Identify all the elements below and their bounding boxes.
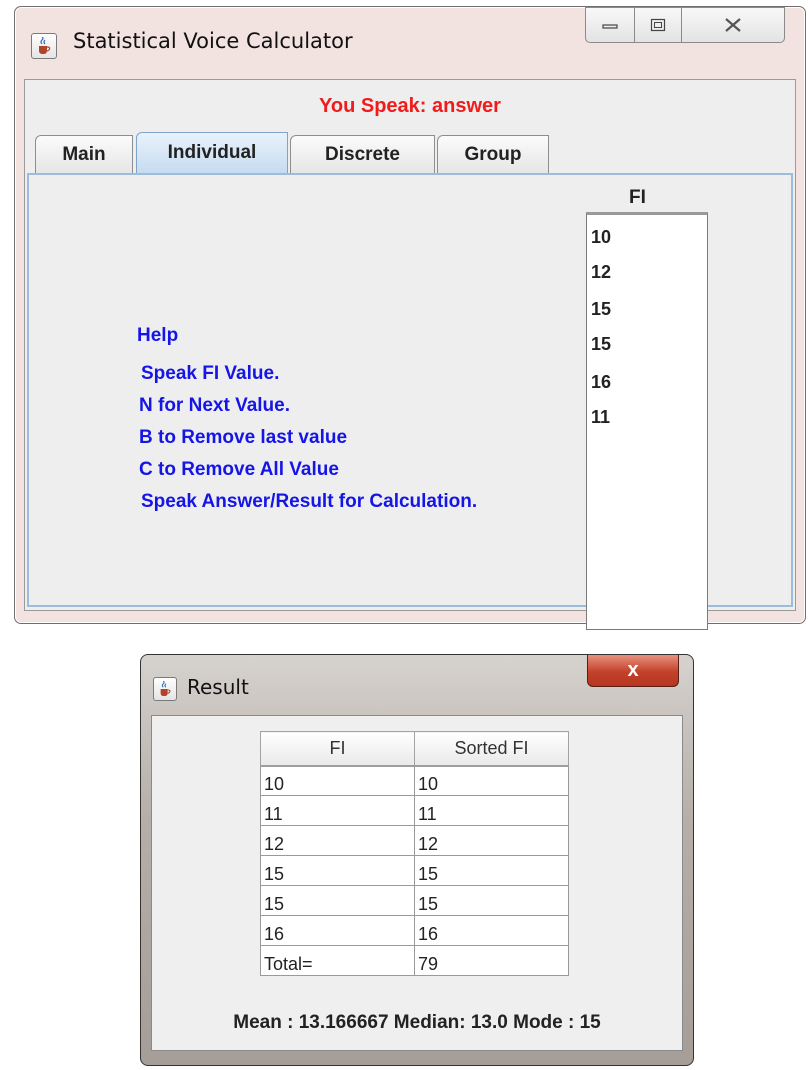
window-title: Statistical Voice Calculator (73, 29, 353, 53)
table-row: 15 15 (260, 855, 569, 886)
table-cell[interactable]: 10 (260, 765, 415, 796)
table-row: 10 10 (260, 765, 569, 796)
statistics-summary: Mean : 13.166667 Median: 13.0 Mode : 15 (233, 1012, 601, 1033)
result-close-button[interactable]: x (587, 655, 679, 687)
main-content: You Speak: answer Main Individual Discre… (24, 79, 796, 630)
table-cell[interactable]: 12 (414, 825, 569, 856)
table-header-row: FI Sorted FI (260, 731, 569, 767)
table-cell[interactable]: 11 (414, 795, 569, 826)
help-line-speak-fi: Speak FI Value. (141, 363, 280, 384)
total-label[interactable]: Total= (260, 945, 415, 976)
java-cup-icon (31, 33, 57, 59)
restore-icon (650, 18, 666, 32)
tab-group[interactable]: Group (437, 135, 549, 173)
individual-tab-panel: Help Speak FI Value. N for Next Value. B… (27, 173, 793, 630)
table-cell[interactable]: 15 (414, 885, 569, 916)
main-window: Statistical Voice Calculator You Speak: … (14, 6, 806, 630)
table-cell[interactable]: 10 (414, 765, 569, 796)
table-row: 11 11 (260, 795, 569, 826)
tab-strip: Main Individual Discrete Group (35, 132, 795, 173)
help-line-next: N for Next Value. (139, 395, 290, 416)
table-cell[interactable]: 15 (260, 855, 415, 886)
tab-discrete[interactable]: Discrete (290, 135, 435, 173)
table-cell[interactable]: 16 (414, 915, 569, 946)
help-line-remove-all: C to Remove All Value (139, 459, 339, 480)
column-header-sorted-fi[interactable]: Sorted FI (414, 731, 569, 767)
tab-main[interactable]: Main (35, 135, 133, 173)
list-item[interactable]: 16 (591, 372, 611, 393)
fi-value-list[interactable]: 10 12 15 15 16 11 (586, 212, 708, 630)
table-cell[interactable]: 16 (260, 915, 415, 946)
table-row: 15 15 (260, 885, 569, 916)
list-item[interactable]: 11 (591, 407, 610, 428)
help-line-remove-last: B to Remove last value (139, 427, 348, 448)
close-button[interactable] (681, 7, 785, 43)
total-row: Total= 79 (260, 945, 569, 976)
result-window-title: Result (187, 675, 249, 699)
total-value[interactable]: 79 (414, 945, 569, 976)
table-row: 12 12 (260, 825, 569, 856)
minimize-icon (602, 24, 618, 29)
list-item[interactable]: 15 (591, 299, 611, 320)
list-item[interactable]: 15 (591, 334, 611, 355)
list-item[interactable]: 12 (591, 262, 611, 283)
column-header-fi[interactable]: FI (260, 731, 415, 767)
java-cup-icon (153, 677, 177, 701)
table-cell[interactable]: 11 (260, 795, 415, 826)
result-table: FI Sorted FI 10 10 11 11 12 12 15 15 15 … (260, 731, 569, 976)
table-row: 16 16 (260, 915, 569, 946)
list-item[interactable]: 10 (591, 227, 611, 248)
speak-status-label: You Speak: answer (319, 95, 501, 117)
minimize-button[interactable] (585, 7, 635, 43)
maximize-button[interactable] (634, 7, 682, 43)
help-line-result: Speak Answer/Result for Calculation. (141, 491, 478, 512)
fi-column-header: FI (629, 187, 646, 208)
table-cell[interactable]: 15 (414, 855, 569, 886)
tab-individual[interactable]: Individual (136, 132, 288, 173)
result-window: Result x FI Sorted FI 10 10 11 11 12 12 … (140, 654, 694, 1066)
table-cell[interactable]: 12 (260, 825, 415, 856)
main-title-bar[interactable]: Statistical Voice Calculator (15, 7, 805, 79)
close-icon (725, 18, 741, 32)
table-cell[interactable]: 15 (260, 885, 415, 916)
help-heading: Help (137, 325, 179, 346)
result-content: FI Sorted FI 10 10 11 11 12 12 15 15 15 … (151, 715, 683, 1051)
close-icon: x (627, 659, 639, 681)
